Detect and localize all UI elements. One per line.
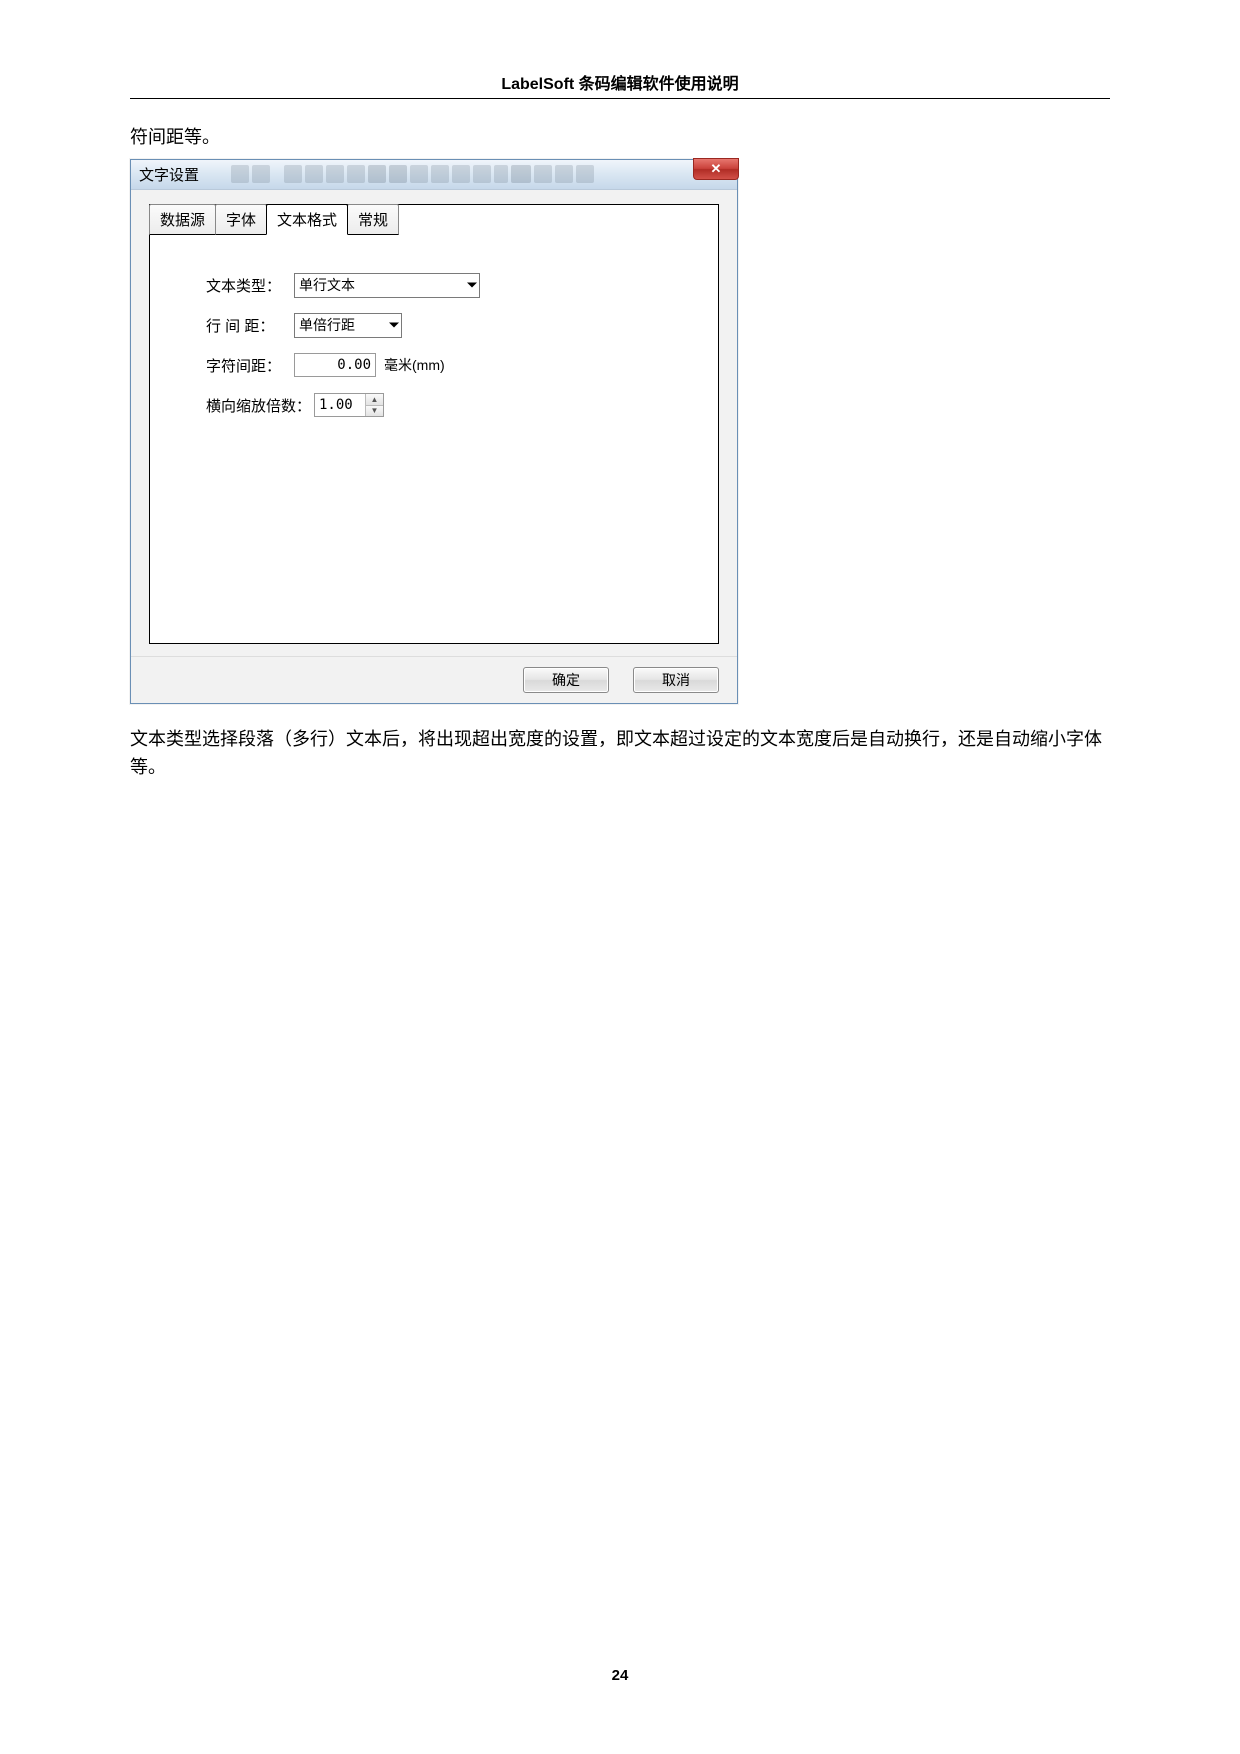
tab-content: 文本类型： 单行文本 行 间 距： 单倍行距: [150, 235, 718, 461]
spinner-down-button[interactable]: ▼: [366, 406, 383, 417]
char-spacing-unit: 毫米(mm): [384, 355, 445, 375]
ok-button[interactable]: 确定: [523, 667, 609, 693]
tab-general[interactable]: 常规: [347, 204, 399, 235]
titlebar-background-icons: [231, 162, 689, 186]
description-paragraph: 文本类型选择段落（多行）文本后，将出现超出宽度的设置，即文本超过设定的文本宽度后…: [130, 726, 1110, 782]
spinner-buttons: ▲ ▼: [365, 394, 383, 416]
dialog-footer: 确定 取消: [131, 656, 737, 703]
char-spacing-value: 0.00: [337, 357, 371, 373]
tabs-header: 数据源 字体 文本格式 常规: [149, 204, 717, 235]
horiz-scale-spinner[interactable]: 1.00 ▲ ▼: [314, 393, 384, 417]
page-number: 24: [0, 1667, 1240, 1684]
close-button[interactable]: ✕: [693, 158, 739, 180]
dialog-body: 数据源 字体 文本格式 常规 文本类型： 单行文本 行 间 距：: [131, 190, 737, 656]
row-char-spacing: 字符间距： 0.00 毫米(mm): [206, 351, 688, 379]
page-header: LabelSoft 条码编辑软件使用说明: [130, 70, 1110, 94]
tab-font[interactable]: 字体: [215, 204, 267, 235]
text-type-select[interactable]: 单行文本: [294, 273, 480, 298]
cancel-button[interactable]: 取消: [633, 667, 719, 693]
line-spacing-value: 单倍行距: [299, 315, 355, 335]
header-divider: [130, 98, 1110, 99]
intro-text: 符间距等。: [130, 123, 1110, 149]
char-spacing-label: 字符间距：: [206, 355, 294, 376]
line-spacing-label: 行 间 距：: [206, 315, 294, 336]
chevron-down-icon: [467, 283, 477, 288]
horiz-scale-label: 横向缩放倍数：: [206, 395, 314, 416]
text-type-label: 文本类型：: [206, 275, 294, 296]
char-spacing-input[interactable]: 0.00: [294, 353, 376, 377]
text-settings-dialog: 文字设置 ✕ 数据源 字体 文本格式 常规: [130, 159, 738, 704]
tabs-container: 数据源 字体 文本格式 常规 文本类型： 单行文本 行 间 距：: [149, 204, 719, 644]
text-type-value: 单行文本: [299, 275, 355, 295]
close-icon: ✕: [711, 161, 722, 177]
horiz-scale-value: 1.00: [315, 394, 365, 416]
dialog-titlebar[interactable]: 文字设置 ✕: [131, 160, 737, 190]
line-spacing-select[interactable]: 单倍行距: [294, 313, 402, 338]
row-text-type: 文本类型： 单行文本: [206, 271, 688, 299]
row-horiz-scale: 横向缩放倍数： 1.00 ▲ ▼: [206, 391, 688, 419]
chevron-down-icon: [389, 323, 399, 328]
row-line-spacing: 行 间 距： 单倍行距: [206, 311, 688, 339]
dialog-title: 文字设置: [139, 164, 199, 185]
tab-text-format[interactable]: 文本格式: [266, 204, 348, 235]
tab-data-source[interactable]: 数据源: [149, 204, 216, 235]
spinner-up-button[interactable]: ▲: [366, 394, 383, 406]
